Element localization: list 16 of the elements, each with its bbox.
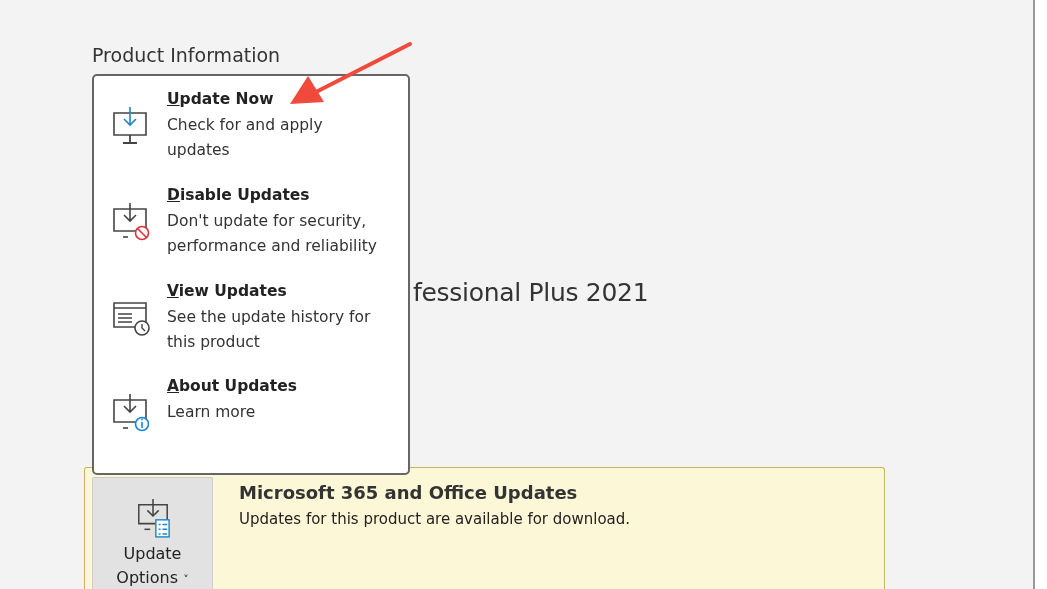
section-heading: Product Information (92, 44, 282, 66)
menu-item-title[interactable]: View Updates (167, 281, 385, 300)
updates-title: Microsoft 365 and Office Updates (239, 482, 579, 503)
download-info-icon (112, 392, 150, 433)
menu-item-title[interactable]: Update Now (167, 90, 385, 108)
menu-item-description: Don't update for security, performance and reliability (167, 210, 378, 257)
monitor-download-icon (112, 105, 150, 145)
menu-item-title[interactable]: Disable Updates (167, 185, 385, 204)
menu-item-description: Check for and apply updates (167, 115, 324, 161)
menu-item-title[interactable]: About Updates (167, 377, 385, 396)
download-blocked-icon (112, 200, 150, 241)
updates-message: Updates for this product are available for download. (239, 510, 631, 528)
menu-item-description: See the update history for this product (167, 306, 372, 353)
product-name: fessional Plus 2021 (413, 278, 650, 307)
update-options-button[interactable]: Update Options ˅ (92, 477, 213, 589)
menu-item-description: Learn more (167, 402, 257, 424)
